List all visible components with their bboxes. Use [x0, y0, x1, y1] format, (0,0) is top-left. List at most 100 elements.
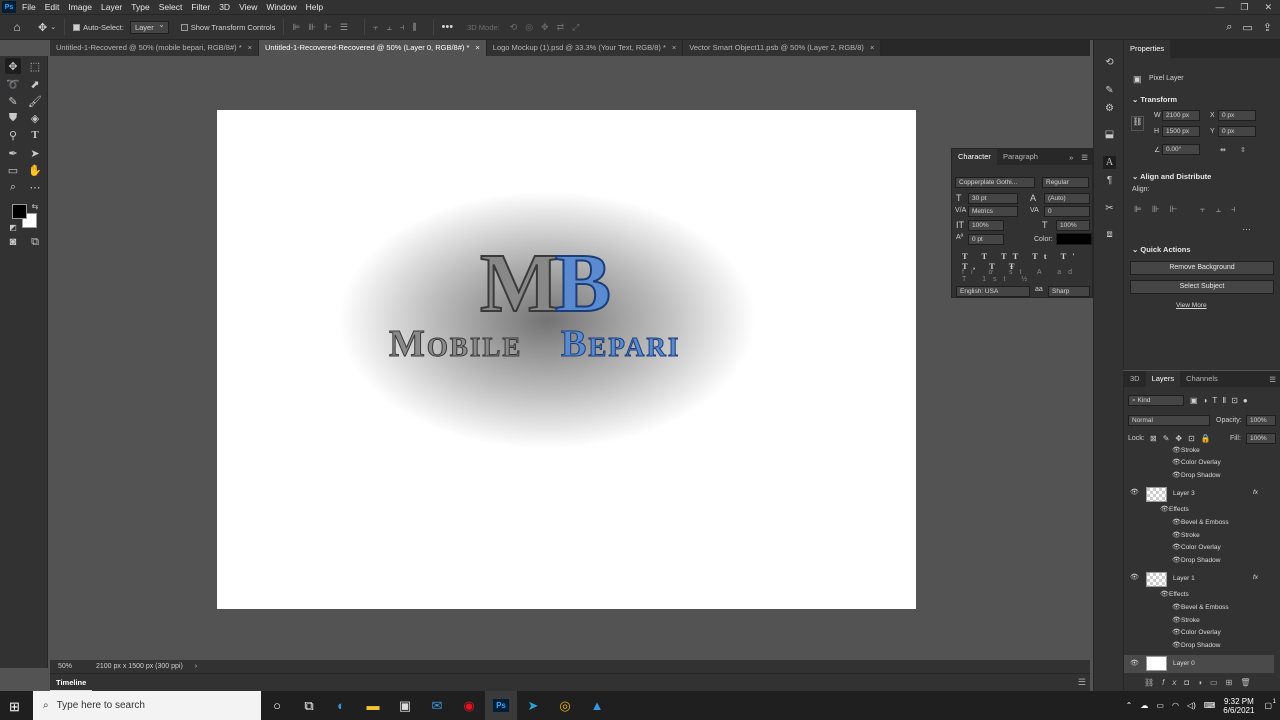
close-icon[interactable]: ✕: [1264, 2, 1272, 13]
more-options-icon[interactable]: …: [1242, 222, 1251, 232]
close-icon[interactable]: ×: [672, 43, 676, 52]
layer-effects-group[interactable]: 👁 Effects: [1124, 504, 1274, 516]
network-icon[interactable]: ▭: [1156, 701, 1164, 710]
close-icon[interactable]: ×: [475, 43, 479, 52]
store-icon[interactable]: ▣: [389, 691, 421, 720]
zoom-tool-icon[interactable]: ⌕: [5, 179, 21, 195]
menu-help[interactable]: Help: [306, 2, 323, 12]
volume-icon[interactable]: ◁): [1187, 701, 1196, 710]
chevron-up-icon[interactable]: ⌃: [1126, 701, 1133, 710]
tab-3d[interactable]: 3D: [1124, 371, 1146, 387]
task-view-icon[interactable]: ⧉: [293, 691, 325, 720]
panel-menu-icon[interactable]: ☰: [1269, 375, 1276, 384]
eyedropper-tool-icon[interactable]: ✎: [5, 93, 21, 109]
wifi-icon[interactable]: ◠: [1172, 701, 1179, 710]
height-input[interactable]: 1500 px: [1162, 126, 1200, 137]
quick-select-tool-icon[interactable]: ⬈: [27, 76, 43, 92]
show-transform-checkbox[interactable]: Show Transform Controls: [180, 14, 275, 40]
tab-document-2[interactable]: Untitled-1-Recovered-Recovered @ 50% (La…: [259, 40, 487, 56]
tab-layers[interactable]: Layers: [1145, 371, 1181, 387]
edge-icon[interactable]: ◐: [325, 691, 357, 720]
view-more-link[interactable]: View More: [1176, 302, 1207, 309]
tab-document-3[interactable]: Logo Mockup (1).psd @ 33.3% (Your Text, …: [486, 40, 684, 56]
onedrive-icon[interactable]: ☁: [1140, 701, 1148, 710]
layer-row-layer3[interactable]: 👁 Layer 3 fx: [1124, 487, 1274, 503]
align-right-icon[interactable]: ⊩: [324, 22, 332, 33]
leading-input[interactable]: (Auto): [1044, 193, 1090, 204]
foreground-color-swatch[interactable]: [12, 204, 27, 219]
layer-effect-item[interactable]: 👁 Color Overlay: [1124, 457, 1274, 469]
layer-effect-item[interactable]: 👁 Color Overlay: [1124, 542, 1274, 554]
tracking-input[interactable]: 0: [1044, 206, 1090, 217]
chevron-right-icon[interactable]: ›: [195, 663, 197, 670]
tab-document-1[interactable]: Untitled-1-Recovered @ 50% (mobile bepar…: [50, 40, 260, 56]
mail-icon[interactable]: ✉: [421, 691, 453, 720]
photos-icon[interactable]: ▲: [581, 691, 613, 720]
more-options-icon[interactable]: •••: [442, 21, 454, 33]
tab-properties[interactable]: Properties: [1124, 40, 1171, 58]
panel-menu-icon[interactable]: ☰: [1078, 677, 1086, 688]
menu-3d[interactable]: 3D: [219, 2, 230, 12]
home-icon[interactable]: ⌂: [0, 14, 34, 40]
layer-filter-kind[interactable]: ⌕ Kind: [1128, 395, 1184, 406]
menu-filter[interactable]: Filter: [191, 2, 210, 12]
fill-input[interactable]: 100%: [1246, 433, 1276, 444]
blend-mode-select[interactable]: Normal: [1128, 415, 1210, 426]
width-input[interactable]: 2100 px: [1162, 110, 1200, 121]
layer-row-layer0[interactable]: 👁 Layer 0: [1124, 655, 1274, 673]
eye-icon[interactable]: 👁: [1172, 602, 1181, 614]
auto-select-dropdown[interactable]: Layer: [129, 20, 169, 34]
eye-icon[interactable]: 👁: [1172, 457, 1181, 469]
antialias-select[interactable]: Sharp: [1048, 286, 1090, 297]
layer-effect-item[interactable]: 👁 Drop Shadow: [1124, 555, 1274, 567]
layer-row-layer1[interactable]: 👁 Layer 1 fx: [1124, 572, 1274, 588]
layer-filter-icons[interactable]: ▣◑TⅡ⊡●: [1190, 396, 1253, 405]
menu-type[interactable]: Type: [131, 2, 149, 12]
eye-icon[interactable]: 👁: [1172, 445, 1181, 457]
windows-start-icon[interactable]: ⊞: [9, 699, 20, 715]
glyphs-icon[interactable]: ⧈: [1103, 228, 1116, 241]
rectangle-tool-icon[interactable]: ▭: [5, 162, 21, 178]
eye-icon[interactable]: 👁: [1160, 589, 1169, 601]
lock-icons[interactable]: ⊠✎✥⊡🔒: [1150, 434, 1217, 443]
marquee-tool-icon[interactable]: ⬚: [27, 58, 43, 74]
remove-background-button[interactable]: Remove Background: [1130, 261, 1274, 275]
move-tool-icon[interactable]: ✥ ⌄: [38, 14, 56, 40]
eye-icon[interactable]: 👁: [1172, 555, 1181, 567]
align-left-icon[interactable]: ⊫: [292, 22, 300, 33]
swap-colors-icon[interactable]: ⇆: [27, 198, 43, 214]
quick-actions-title[interactable]: ⌄ Quick Actions: [1132, 245, 1191, 254]
history-icon[interactable]: ⟲: [1103, 56, 1116, 69]
menu-window[interactable]: Window: [266, 2, 296, 12]
auto-select-checkbox[interactable]: Auto-Select:: [73, 14, 124, 40]
dodge-tool-icon[interactable]: ⚲: [5, 127, 21, 143]
close-icon[interactable]: ×: [248, 43, 252, 52]
align-buttons[interactable]: ⊫⊪⊩ ⫟⫠⫞: [1134, 204, 1245, 215]
layer-effect-item[interactable]: 👁 Bevel & Emboss: [1124, 602, 1274, 614]
document-canvas[interactable]: M B Mobile Bepari: [217, 110, 916, 609]
tab-document-4[interactable]: Vector Smart Object11.psb @ 50% (Layer 2…: [683, 40, 882, 56]
select-subject-button[interactable]: Select Subject: [1130, 280, 1274, 294]
chrome-icon[interactable]: ◎: [549, 691, 581, 720]
menu-file[interactable]: File: [22, 2, 36, 12]
eye-icon[interactable]: 👁: [1172, 627, 1181, 639]
transform-section-title[interactable]: ⌄ Transform: [1132, 95, 1177, 104]
horizontal-scale-input[interactable]: 100%: [1056, 220, 1090, 231]
photoshop-logo-icon[interactable]: Ps: [2, 1, 16, 13]
align-center-icon[interactable]: ⊪: [308, 22, 316, 33]
language-icon[interactable]: ⌨: [1204, 701, 1216, 710]
distribute-icon[interactable]: ☰: [340, 22, 348, 33]
libraries-icon[interactable]: ⬓: [1103, 128, 1116, 141]
layer-effect-item[interactable]: 👁 Drop Shadow: [1124, 640, 1274, 652]
distribute-vertical-icon[interactable]: ⫼: [412, 22, 416, 33]
menu-image[interactable]: Image: [68, 2, 92, 12]
menu-layer[interactable]: Layer: [101, 2, 122, 12]
layer-effect-item[interactable]: 👁 Color Overlay: [1124, 627, 1274, 639]
x-input[interactable]: 0 px: [1218, 110, 1256, 121]
layer-effect-item[interactable]: 👁 Bevel & Emboss: [1124, 517, 1274, 529]
fx-icon[interactable]: fx: [1253, 572, 1258, 584]
workspace-icon[interactable]: ▭: [1242, 21, 1252, 34]
zoom-level[interactable]: 50%: [58, 663, 96, 670]
pen-tool-icon[interactable]: ✒: [5, 145, 21, 161]
eye-icon[interactable]: 👁: [1172, 615, 1181, 627]
